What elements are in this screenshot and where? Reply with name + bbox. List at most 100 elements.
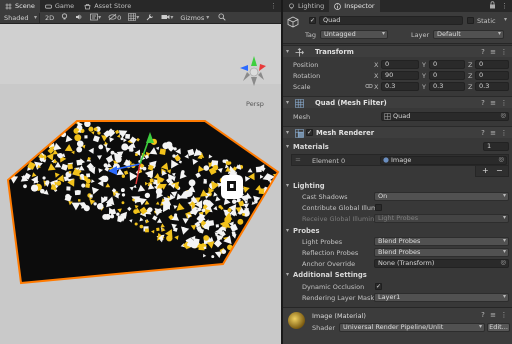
scale-z-field[interactable]: 0.3 (475, 82, 509, 91)
camera-settings[interactable]: ▾ (159, 13, 175, 23)
tab-inspector[interactable]: Inspector (329, 0, 380, 12)
hidden-objects-toggle[interactable]: 0 (106, 13, 123, 23)
more-options-icon[interactable]: ⋮ (500, 129, 508, 137)
tab-scene[interactable]: Scene (0, 0, 40, 12)
pattern-shape (244, 200, 248, 204)
pattern-shape (147, 171, 154, 178)
help-icon[interactable]: ? (479, 129, 487, 137)
more-options-icon[interactable]: ⋮ (500, 99, 508, 107)
scene-tabbar: Scene Game Asset Store ⋮ (0, 0, 281, 12)
preset-icon[interactable]: ≡ (489, 99, 497, 107)
mode-2d-toggle[interactable]: 2D (43, 13, 56, 23)
preset-icon[interactable]: ≡ (489, 48, 497, 56)
chevron-down-icon: ▾ (206, 14, 210, 21)
drag-handle-icon[interactable]: = (295, 156, 301, 164)
lighting-section-label[interactable]: Lighting (293, 182, 325, 190)
mesh-renderer-header[interactable]: ▾ ✓ Mesh Renderer ? ≡ ⋮ (283, 126, 512, 138)
scene-search[interactable] (216, 13, 226, 23)
link-scale-icon[interactable] (365, 82, 373, 92)
position-x-field[interactable]: 0 (381, 60, 419, 69)
tag-dropdown[interactable]: Untagged (320, 30, 388, 39)
active-checkbox[interactable]: ✓ (309, 17, 316, 24)
rotation-x-field[interactable]: 90 (381, 71, 419, 80)
pattern-shape (121, 174, 126, 178)
rotation-y-axis: Y (422, 72, 426, 80)
object-picker-icon[interactable]: ◎ (500, 113, 506, 119)
anchor-override-field[interactable]: None (Transform) ◎ (374, 259, 509, 268)
preset-icon[interactable]: ≡ (489, 311, 497, 319)
tab-lighting[interactable]: Lighting (283, 0, 329, 12)
more-options-icon[interactable]: ⋮ (501, 2, 508, 10)
object-name-field[interactable]: Quad (319, 16, 463, 25)
pattern-shape (78, 199, 81, 202)
materials-count-field[interactable]: 1 (483, 142, 509, 151)
shader-dropdown[interactable]: Universal Render Pipeline/Unlit (339, 323, 485, 332)
mesh-object-field[interactable]: Quad ◎ (381, 112, 509, 121)
transform-title: Transform (315, 48, 354, 56)
materials-label[interactable]: Materials (293, 143, 329, 151)
object-picker-icon[interactable]: ◎ (500, 260, 506, 266)
help-icon[interactable]: ? (479, 48, 487, 56)
object-picker-icon[interactable]: ◎ (498, 157, 504, 163)
chevron-down-icon[interactable]: ▾ (286, 182, 289, 189)
transform-header[interactable]: ▾ Transform ? ≡ ⋮ (283, 45, 512, 57)
pattern-shape (74, 134, 82, 142)
pattern-shape (89, 194, 93, 198)
cast-shadows-dropdown[interactable]: On (374, 192, 509, 201)
more-options-icon[interactable]: ⋮ (270, 2, 277, 10)
persp-label[interactable]: Persp (246, 100, 264, 108)
rotation-z-field[interactable]: 0 (475, 71, 509, 80)
chevron-down-icon[interactable]: ▾ (286, 227, 289, 234)
chevron-down-icon[interactable]: ▾ (504, 16, 507, 23)
mesh-filter-header[interactable]: ▾ Quad (Mesh Filter) ? ≡ ⋮ (283, 96, 512, 108)
more-options-icon[interactable]: ⋮ (500, 311, 508, 319)
scale-y-field[interactable]: 0.3 (429, 82, 465, 91)
chevron-down-icon[interactable]: ▾ (286, 143, 289, 150)
pattern-shape (76, 146, 83, 153)
more-options-icon[interactable]: ⋮ (500, 48, 508, 56)
shader-label: Shader (312, 324, 336, 332)
rendering-layer-dropdown[interactable]: Layer1 (374, 293, 509, 302)
lock-icon[interactable] (489, 1, 496, 11)
position-y-field[interactable]: 0 (429, 60, 465, 69)
dynamic-occlusion-checkbox[interactable]: ✓ (375, 283, 382, 290)
help-icon[interactable]: ? (479, 311, 487, 319)
position-z-field[interactable]: 0 (475, 60, 509, 69)
static-checkbox[interactable] (467, 17, 474, 24)
additional-settings-label[interactable]: Additional Settings (293, 271, 367, 279)
scene-viewport[interactable]: Persp (0, 24, 281, 344)
layer-dropdown[interactable]: Default (433, 30, 504, 39)
remove-element-button[interactable]: − (496, 166, 503, 175)
inspector-tabbar: Lighting Inspector ⋮ (283, 0, 512, 12)
pattern-shape (201, 208, 206, 213)
lighting-toggle[interactable] (59, 12, 70, 23)
grid-toggle[interactable]: ▾ (126, 12, 141, 23)
tab-game[interactable]: Game (40, 0, 79, 12)
add-element-button[interactable]: + (482, 166, 489, 175)
scale-x-field[interactable]: 0.3 (381, 82, 419, 91)
contribute-gi-checkbox[interactable] (375, 204, 382, 211)
rotation-y-field[interactable]: 0 (429, 71, 465, 80)
gizmos-dropdown[interactable]: Gizmos ▾ (178, 13, 211, 23)
pattern-shape (242, 212, 245, 216)
edit-shader-button[interactable]: Edit... (487, 323, 510, 332)
preset-icon[interactable]: ≡ (489, 129, 497, 137)
mesh-renderer-enabled-checkbox[interactable]: ✓ (306, 129, 313, 136)
shading-mode-dropdown[interactable]: Shaded ▾ (2, 12, 40, 23)
probes-section-label[interactable]: Probes (293, 227, 320, 235)
chevron-down-icon[interactable]: ▾ (286, 271, 289, 278)
audio-toggle[interactable] (73, 13, 85, 23)
position-label: Position (293, 61, 319, 69)
tools-toggle[interactable] (144, 13, 156, 23)
tab-asset-store[interactable]: Asset Store (79, 0, 136, 12)
bulb-icon (288, 2, 295, 10)
help-icon[interactable]: ? (479, 99, 487, 107)
pattern-shape (73, 127, 80, 134)
light-probes-dropdown[interactable]: Blend Probes (374, 237, 509, 246)
pattern-shape (68, 170, 72, 174)
element-0-field[interactable]: Image ◎ (380, 156, 507, 165)
reflection-probes-dropdown[interactable]: Blend Probes (374, 248, 509, 257)
effects-dropdown[interactable]: ▾ (88, 13, 103, 23)
pattern-shape (66, 186, 71, 191)
pattern-shape (188, 179, 196, 187)
